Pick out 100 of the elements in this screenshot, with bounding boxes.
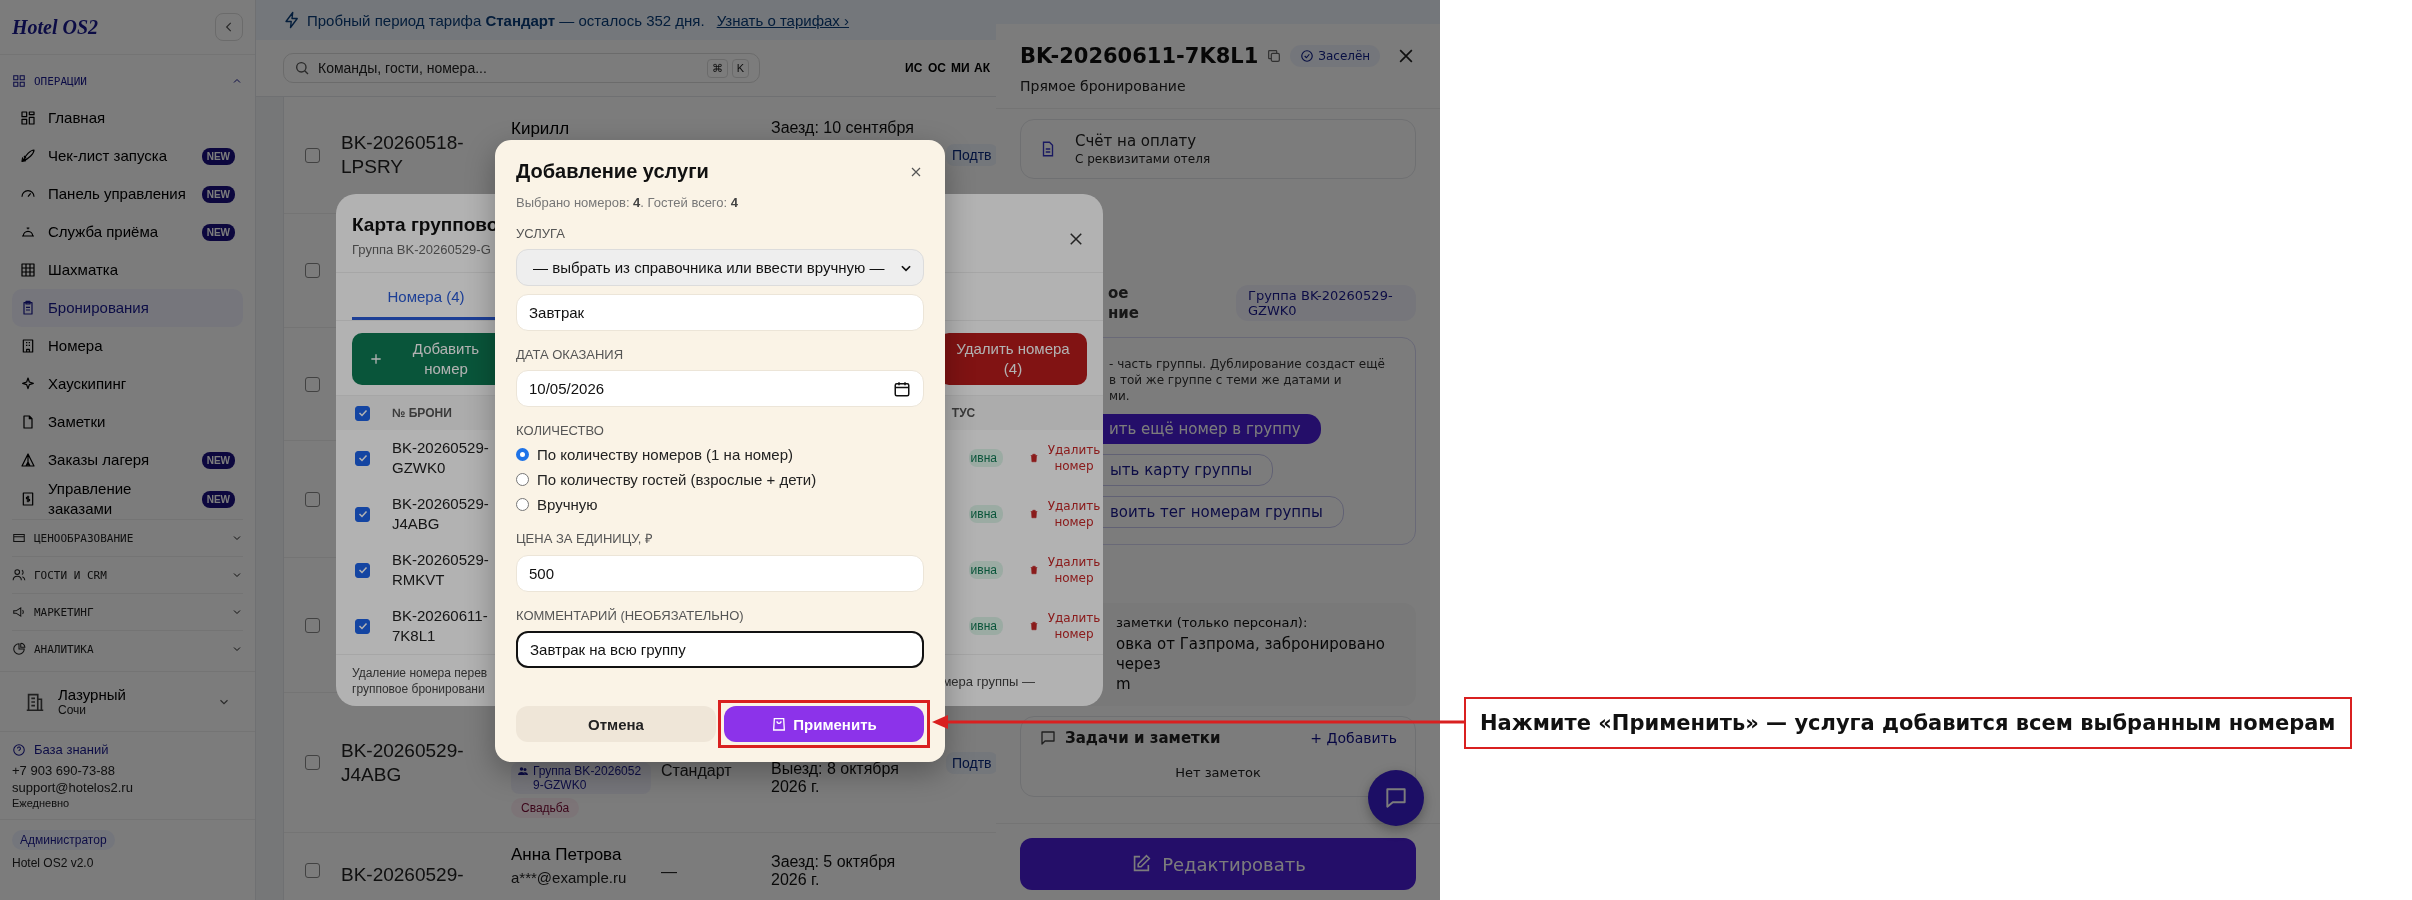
dialog-title: Карта группово bbox=[352, 214, 499, 236]
row-checkbox[interactable] bbox=[305, 863, 320, 878]
app-version: Hotel OS2 v2.0 bbox=[12, 856, 94, 870]
price-field[interactable]: 500 bbox=[516, 555, 924, 592]
comment-field[interactable]: Завтрак на всю группу bbox=[516, 631, 924, 668]
edit-button[interactable]: Редактировать bbox=[1020, 838, 1416, 890]
row-checkbox[interactable] bbox=[305, 755, 320, 770]
date-field[interactable]: 10/05/2026 bbox=[516, 370, 924, 407]
close-icon[interactable] bbox=[1067, 230, 1085, 248]
logo-text: Hotel OS2 bbox=[12, 15, 99, 39]
remove-room-link[interactable]: Удалить номер bbox=[1029, 554, 1103, 586]
section-heading: ое ние bbox=[1108, 283, 1140, 323]
row-checkbox[interactable] bbox=[305, 617, 320, 633]
trash-icon bbox=[1029, 565, 1039, 575]
hotel-name: Лазурный bbox=[58, 686, 127, 703]
notes-text: овка от Газпрома, забронировано через m bbox=[1116, 634, 1386, 694]
row-checkbox[interactable] bbox=[305, 376, 320, 392]
remove-room-link[interactable]: Удалить номер bbox=[1029, 610, 1103, 642]
nav-icon bbox=[20, 262, 36, 278]
nav-item[interactable]: Заметки bbox=[12, 403, 243, 441]
new-badge: NEW bbox=[201, 451, 235, 469]
field-label: ЦЕНА ЗА ЕДИНИЦУ, ₽ bbox=[516, 530, 655, 547]
tariffs-link[interactable]: Узнать о тарифах › bbox=[716, 11, 849, 29]
section-icon bbox=[12, 605, 26, 619]
sidebar-section-toggle[interactable]: ОПЕРАЦИИ bbox=[12, 63, 243, 99]
booking-id[interactable]: BK-20260518-LPSRY bbox=[341, 131, 481, 179]
row-checkbox[interactable] bbox=[355, 506, 370, 522]
nav-item[interactable]: Бронирования bbox=[12, 289, 243, 327]
user-avatar[interactable]: ОС bbox=[928, 61, 949, 75]
dialog-subtitle: Группа BK-20260529-G bbox=[352, 242, 492, 257]
booking-id[interactable]: BK-20260529- bbox=[341, 863, 481, 887]
sidebar-section-toggle[interactable]: АНАЛИТИКА bbox=[12, 630, 243, 667]
row-checkbox[interactable] bbox=[355, 618, 370, 634]
invoice-card[interactable]: Счёт на оплату С реквизитами отеля bbox=[1020, 119, 1416, 179]
booking-source: Прямое бронирование bbox=[1020, 78, 1187, 94]
guest-name: Кирилл bbox=[511, 119, 571, 139]
nav-item[interactable]: Панель управления NEW bbox=[12, 175, 243, 213]
search-field[interactable]: Команды, гости, номера... ⌘ K bbox=[283, 53, 760, 83]
sidebar-section-toggle[interactable]: МАРКЕТИНГ bbox=[12, 593, 243, 630]
support-hours: Ежедневно bbox=[12, 797, 71, 809]
knowledge-base-link[interactable]: База знаний bbox=[34, 742, 109, 757]
user-avatar[interactable]: АК bbox=[974, 61, 995, 75]
copy-icon[interactable] bbox=[1266, 48, 1283, 64]
booking-id: BK-20260529-RMKVT bbox=[392, 550, 490, 590]
row-checkbox[interactable] bbox=[305, 147, 320, 163]
service-name-field[interactable]: Завтрак bbox=[516, 294, 924, 331]
tasks-title: Задачи и заметки bbox=[1065, 729, 1222, 747]
chat-button[interactable] bbox=[1368, 770, 1424, 826]
nav-item[interactable]: Управление заказами NEW bbox=[12, 479, 243, 519]
row-checkbox[interactable] bbox=[305, 263, 320, 278]
shortcut-key: K bbox=[731, 58, 749, 78]
radio-button[interactable] bbox=[516, 448, 529, 461]
add-task-link[interactable]: + Добавить bbox=[1310, 730, 1397, 746]
service-select[interactable]: — выбрать из справочника или ввести вручную — bbox=[516, 249, 924, 286]
group-tag[interactable]: Группа BK-20260529-GZWK0 bbox=[1236, 285, 1416, 321]
sidebar-section-toggle[interactable]: ГОСТИ И CRM bbox=[12, 556, 243, 593]
section-icon bbox=[12, 568, 26, 582]
radio-button[interactable] bbox=[516, 498, 529, 511]
hotel-selector[interactable]: Лазурный Сочи bbox=[0, 671, 255, 731]
hotel-city: Сочи bbox=[58, 703, 88, 717]
quantity-option[interactable]: По количеству гостей (взрослые + дети) bbox=[516, 471, 924, 488]
row-checkbox[interactable] bbox=[355, 562, 370, 578]
selection-summary: Выбрано номеров: 4. Гостей всего: 4 bbox=[516, 195, 739, 210]
section-title: ГОСТИ И CRM bbox=[34, 568, 108, 582]
quantity-option[interactable]: По количеству номеров (1 на номер) bbox=[516, 446, 924, 463]
nav-item[interactable]: Служба приёма NEW bbox=[12, 213, 243, 251]
row-checkbox[interactable] bbox=[355, 450, 370, 466]
shortcut-key: ⌘ bbox=[706, 58, 728, 78]
callout-box: Нажмите «Применить» — услуга добавится всем выбранным номерам bbox=[1464, 697, 2352, 749]
sidebar-section-toggle[interactable]: ЦЕНООБРАЗОВАНИЕ bbox=[12, 519, 243, 556]
trash-icon bbox=[1029, 453, 1039, 463]
apply-button[interactable]: Применить bbox=[724, 706, 924, 742]
trash-icon bbox=[1029, 621, 1039, 631]
nav-icon bbox=[20, 110, 36, 126]
nav-item[interactable]: Главная bbox=[12, 99, 243, 137]
new-badge: NEW bbox=[201, 147, 235, 165]
nav-item[interactable]: Номера bbox=[12, 327, 243, 365]
status-badge: ивна bbox=[968, 617, 1003, 635]
option-label: По количеству номеров (1 на номер) bbox=[537, 446, 794, 463]
cancel-button[interactable]: Отмена bbox=[516, 706, 716, 742]
booking-id[interactable]: BK-20260529-J4ABG bbox=[341, 738, 481, 787]
remove-room-link[interactable]: Удалить номер bbox=[1029, 498, 1103, 530]
nav-item[interactable]: Шахматка bbox=[12, 251, 243, 289]
quantity-option[interactable]: Вручную bbox=[516, 496, 924, 513]
select-all-checkbox[interactable] bbox=[355, 405, 370, 421]
role-badge: Администратор bbox=[12, 830, 115, 850]
option-label: По количеству гостей (взрослые + дети) bbox=[537, 471, 817, 488]
row-checkbox[interactable] bbox=[305, 491, 320, 507]
shopping-bag-icon bbox=[771, 716, 788, 732]
section-icon bbox=[12, 531, 26, 545]
nav-item[interactable]: Хаускипинг bbox=[12, 365, 243, 403]
group-tag[interactable]: Группа BK-20260529-GZWK0 bbox=[511, 762, 651, 794]
radio-button[interactable] bbox=[516, 473, 529, 486]
user-avatar[interactable]: ИС bbox=[905, 61, 926, 75]
support-phone: +7 903 690-73-88 bbox=[12, 763, 116, 778]
nav-item[interactable]: Заказы лагеря NEW bbox=[12, 441, 243, 479]
nav-item[interactable]: Чек-лист запуска NEW bbox=[12, 137, 243, 175]
user-avatar[interactable]: МИ bbox=[951, 61, 972, 75]
checkmark-icon bbox=[356, 508, 369, 520]
chat-icon bbox=[1383, 785, 1409, 811]
